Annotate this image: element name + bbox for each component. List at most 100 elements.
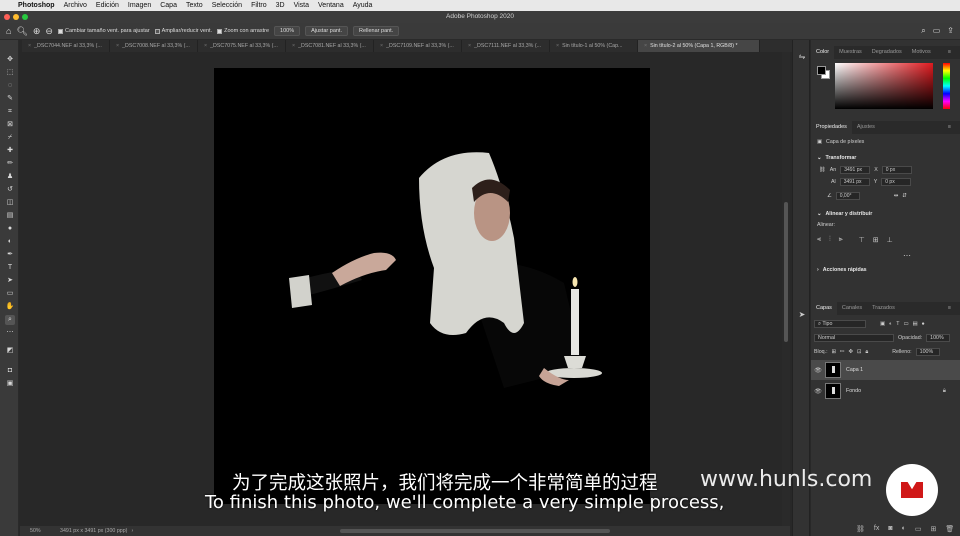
fill-field[interactable]: 100% xyxy=(915,348,940,356)
align-header[interactable]: ⌄ Alinear y distribuir xyxy=(817,211,872,217)
flip-vertical-icon[interactable]: ⇵ xyxy=(902,193,906,199)
hue-slider[interactable] xyxy=(943,63,950,109)
tab-color[interactable]: Color xyxy=(811,46,835,59)
clone-stamp-tool-icon[interactable]: ♟ xyxy=(5,172,15,182)
home-icon[interactable]: ⌂ xyxy=(6,26,11,36)
menu-edicion[interactable]: Edición xyxy=(96,2,119,9)
blend-mode-select[interactable]: Normal xyxy=(814,334,894,342)
rectangle-tool-icon[interactable]: ▭ xyxy=(5,289,15,299)
menu-texto[interactable]: Texto xyxy=(186,2,203,9)
tab-dsc7044[interactable]: × _DSC7044.NEF al 33,3% (... xyxy=(22,40,110,52)
screen-mode-icon[interactable]: ▣ xyxy=(5,379,15,389)
y-field[interactable]: 0 px xyxy=(881,178,912,186)
filter-type-icon[interactable]: T xyxy=(896,321,899,327)
new-layer-icon[interactable]: ⊞ xyxy=(930,525,936,533)
layer-style-icon[interactable]: fx xyxy=(874,525,879,533)
move-tool-icon[interactable]: ✥ xyxy=(5,55,15,65)
zoom-tool-preset-icon[interactable]: 🔍︎ xyxy=(16,26,27,37)
canvas-area[interactable] xyxy=(20,52,790,526)
zoom-out-icon[interactable]: ⊖ xyxy=(45,26,53,37)
history-panel-icon[interactable]: ⇋ xyxy=(797,52,807,62)
zoom-level[interactable]: 50% xyxy=(20,528,60,534)
angle-field[interactable]: 0,00° xyxy=(835,192,860,200)
vertical-scrollbar[interactable] xyxy=(782,52,790,526)
dodge-tool-icon[interactable]: ◐ xyxy=(5,237,15,247)
transform-header[interactable]: ⌄ Transformar xyxy=(817,155,856,161)
tab-dsc7109[interactable]: × _DSC7109.NEF al 33,3% (... xyxy=(374,40,462,52)
gradient-tool-icon[interactable]: ▤ xyxy=(5,211,15,221)
menu-filtro[interactable]: Filtro xyxy=(251,2,267,9)
menu-seleccion[interactable]: Selección xyxy=(212,2,242,9)
height-field[interactable]: 3491 px xyxy=(839,178,870,186)
close-tab-icon[interactable]: × xyxy=(116,43,119,49)
type-tool-icon[interactable]: T xyxy=(5,263,15,273)
tab-canales[interactable]: Canales xyxy=(837,302,867,315)
horizontal-scrollbar[interactable] xyxy=(340,529,610,533)
tab-ajustes[interactable]: Ajustes xyxy=(852,121,880,134)
scrubby-zoom-checkbox[interactable]: Zoom con arrastre xyxy=(217,28,269,34)
layer-row-capa-1[interactable]: 👁︎ Capa 1 xyxy=(811,360,960,380)
foreground-color-swatch[interactable] xyxy=(817,66,826,75)
zoom-all-windows-checkbox[interactable]: Ampliar/reducir vent. xyxy=(154,28,212,34)
link-icon[interactable]: ⛓ xyxy=(819,167,826,173)
filter-adjustment-icon[interactable]: ◐ xyxy=(889,321,892,327)
resize-windows-checkbox[interactable]: Cambiar tamaño vent. para ajustar xyxy=(57,28,150,34)
status-arrow-icon[interactable]: › xyxy=(131,528,133,534)
foreground-background-colors-icon[interactable]: ◩ xyxy=(5,346,15,356)
brush-tool-icon[interactable]: ✏ xyxy=(5,159,15,169)
more-options-icon[interactable]: ⋯ xyxy=(903,251,911,260)
panel-menu-icon[interactable]: ≡ xyxy=(943,121,956,134)
link-layers-icon[interactable]: ⛓ xyxy=(856,525,865,533)
tab-capas[interactable]: Capas xyxy=(811,302,837,315)
menu-3d[interactable]: 3D xyxy=(276,2,285,9)
marquee-tool-icon[interactable]: ⬚ xyxy=(5,68,15,78)
opacity-field[interactable]: 100% xyxy=(926,334,951,342)
tab-sin-titulo-2[interactable]: × Sin título-2 al 50% (Capa 1, RGB/8) * xyxy=(638,40,760,52)
crop-tool-icon[interactable]: ⌗ xyxy=(5,107,15,117)
tab-dsc7075[interactable]: × _DSC7075.NEF al 33,3% (... xyxy=(198,40,286,52)
fit-screen-button[interactable]: Ajustar pant. xyxy=(305,26,348,36)
tab-propiedades[interactable]: Propiedades xyxy=(811,121,852,134)
close-tab-icon[interactable]: × xyxy=(556,43,559,49)
eyedropper-tool-icon[interactable]: ⌿ xyxy=(5,133,15,143)
zoom-100-button[interactable]: 100% xyxy=(274,26,301,36)
quick-selection-tool-icon[interactable]: ✎ xyxy=(5,94,15,104)
eraser-tool-icon[interactable]: ◫ xyxy=(5,198,15,208)
new-group-icon[interactable]: ▭ xyxy=(915,525,922,533)
filter-smart-icon[interactable]: ▤ xyxy=(912,321,917,327)
tab-trazados[interactable]: Trazados xyxy=(867,302,900,315)
fill-screen-button[interactable]: Rellenar pant. xyxy=(353,26,400,36)
quick-mask-icon[interactable]: ◘ xyxy=(5,366,15,376)
adjustment-layer-icon[interactable]: ◐ xyxy=(902,525,906,533)
hand-tool-icon[interactable]: ✋ xyxy=(5,302,15,312)
lock-artboard-icon[interactable]: ⊡ xyxy=(857,349,861,355)
flip-horizontal-icon[interactable]: ⇹ xyxy=(894,193,898,199)
pen-tool-icon[interactable]: ✒ xyxy=(5,250,15,260)
align-top-icon[interactable]: ⊤ xyxy=(859,236,865,244)
zoom-window-button[interactable] xyxy=(22,14,28,20)
visibility-eye-icon[interactable]: 👁︎ xyxy=(811,388,825,395)
filter-shape-icon[interactable]: ▭ xyxy=(903,321,908,327)
history-brush-tool-icon[interactable]: ↺ xyxy=(5,185,15,195)
tab-dsc7111[interactable]: × _DSC7111.NEF al 33,3% (... xyxy=(462,40,550,52)
lock-image-icon[interactable]: ✏ xyxy=(840,349,844,355)
color-picker-field[interactable] xyxy=(835,63,933,109)
blur-tool-icon[interactable]: ● xyxy=(5,224,15,234)
width-field[interactable]: 3491 px xyxy=(840,166,871,174)
tab-degradados[interactable]: Degradados xyxy=(867,46,907,59)
panel-menu-icon[interactable]: ≡ xyxy=(943,46,956,59)
close-tab-icon[interactable]: × xyxy=(644,43,647,49)
minimize-window-button[interactable] xyxy=(13,14,19,20)
quick-actions-header[interactable]: › Acciones rápidas xyxy=(817,267,867,273)
close-tab-icon[interactable]: × xyxy=(292,43,295,49)
close-tab-icon[interactable]: × xyxy=(380,43,383,49)
layer-row-fondo[interactable]: 👁︎ Fondo 🔒︎ xyxy=(811,381,960,401)
menu-imagen[interactable]: Imagen xyxy=(128,2,151,9)
align-left-icon[interactable]: ⫷ xyxy=(817,236,821,244)
align-bottom-icon[interactable]: ⊥ xyxy=(887,236,893,244)
lock-position-icon[interactable]: ✥ xyxy=(848,349,852,355)
workspace-icon[interactable]: ▭ xyxy=(933,26,941,36)
zoom-in-icon[interactable]: ⊕ xyxy=(33,26,41,37)
tab-motivos[interactable]: Motivos xyxy=(907,46,936,59)
scrollbar-thumb[interactable] xyxy=(784,202,788,342)
